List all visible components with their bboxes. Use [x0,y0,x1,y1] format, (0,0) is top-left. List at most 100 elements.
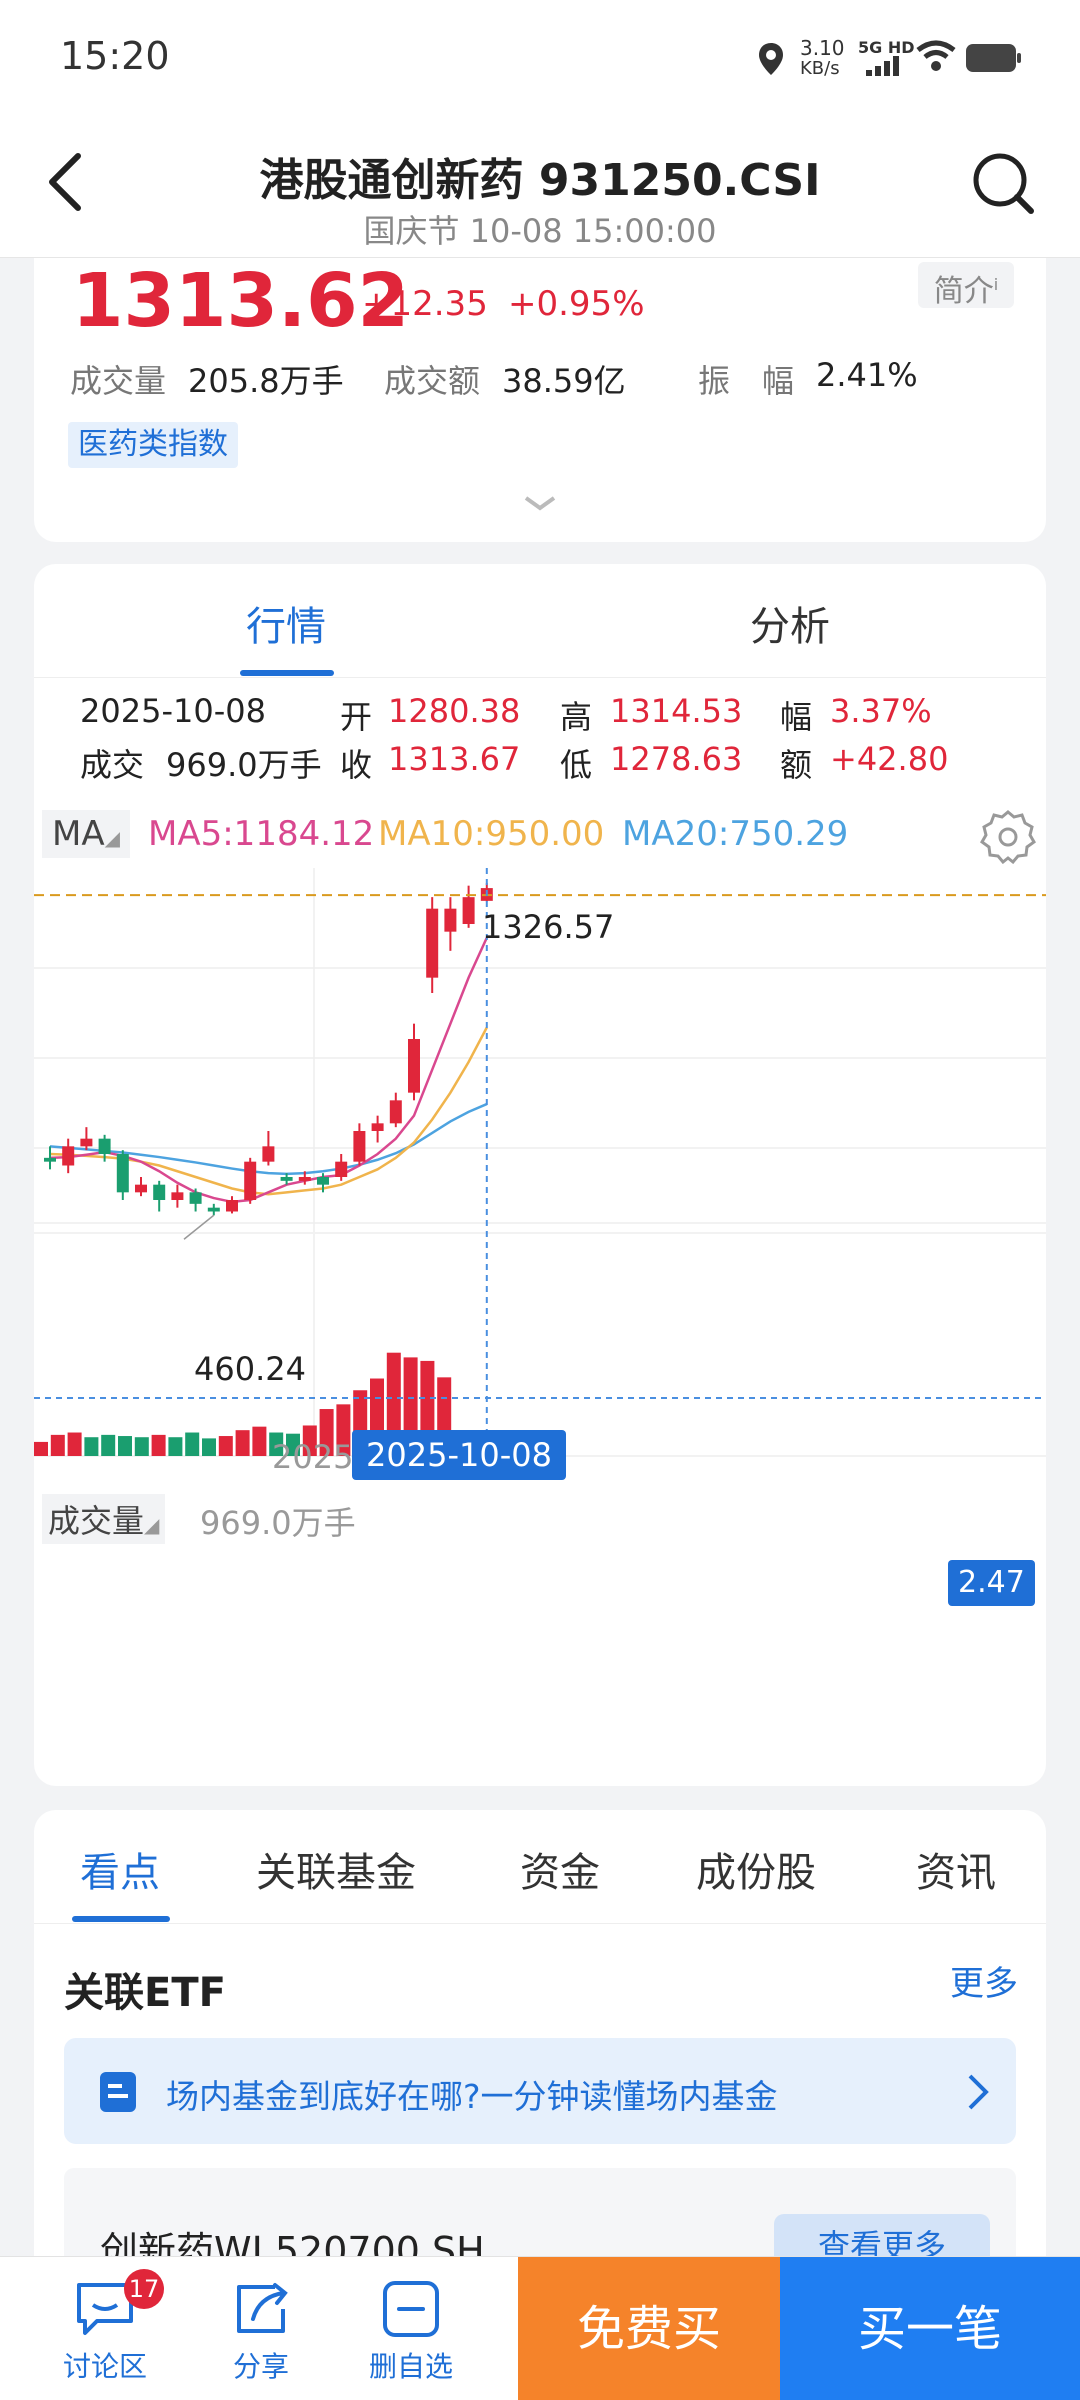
tab-capital[interactable]: 资金 [520,1840,600,1898]
candle-body [389,1100,402,1124]
bottom-bar: 17 讨论区 分享 删自选 免费买 买一笔 [0,2256,1080,2400]
candle-body [171,1192,184,1200]
discuss-badge: 17 [124,2269,164,2309]
trade-vol-value: 969.0万手 [166,746,322,784]
document-icon [100,2072,136,2112]
category-tag[interactable]: 医药类指数 [68,422,238,468]
low-value: 1278.63 [610,740,743,778]
amount-value: +42.80 [830,740,949,778]
turnover-label: 成交额 [384,362,481,400]
candle-body [80,1138,93,1147]
kline-chart[interactable] [34,868,1046,1698]
status-time: 15:20 [60,34,170,78]
candle-body [153,1184,166,1200]
high-label: 高 [560,698,593,736]
top-bar: 港股通创新药 931250.CSI 国庆节 10-08 15:00:00 [0,120,1080,258]
volume-bar [118,1436,132,1456]
tab-related-funds[interactable]: 关联基金 [256,1840,416,1898]
candle-body [462,897,475,924]
candle-body [116,1154,129,1193]
ma10-line [49,1026,488,1196]
tab-news[interactable]: 资讯 [916,1840,996,1898]
tab-highlights[interactable]: 看点 [80,1840,160,1898]
free-buy-button[interactable]: 免费买 [518,2257,780,2400]
range-label: 幅 [780,698,813,736]
low-pointer-line [183,1214,215,1240]
tab-highlights-indicator [72,1916,170,1922]
price-change: +12.35 [362,284,488,324]
volume-bar [168,1437,183,1456]
info-card: 看点 关联基金 资金 成份股 资讯 关联ETF 更多 场内基金到底好在哪?一分钟… [34,1810,1046,2330]
volume-bar [151,1434,166,1456]
search-icon[interactable] [970,150,1036,216]
amplitude-value: 2.41% [816,356,918,394]
candle-body [226,1200,238,1212]
candle-body [444,908,457,932]
tab-indicator [240,670,334,676]
volume-bar [34,1441,48,1456]
tab-market[interactable]: 行情 [246,594,326,652]
minus-box-icon [383,2281,439,2337]
date-tooltip: 2025-10-08 [352,1430,566,1480]
ma10-label: MA10:950.00 [378,814,605,854]
status-bar: 15:20 3.10 KB/s 5G HD [0,0,1080,120]
volume-bar [252,1426,267,1456]
high-marker-label: 1326.57 [482,908,615,946]
wifi-icon [916,40,956,71]
discuss-button[interactable]: 17 讨论区 [40,2269,170,2389]
turnover-value: 38.59亿 [502,362,626,400]
page-title: 港股通创新药 931250.CSI [259,155,821,206]
volume-selector[interactable]: 成交量◢ [42,1494,166,1544]
volume-bar [235,1430,250,1456]
chevron-down-icon[interactable] [522,494,558,514]
candle-body [62,1146,75,1166]
gear-icon[interactable] [980,808,1036,864]
candle-body [317,1177,329,1185]
volume-bar [202,1438,216,1456]
intro-label: 简介 [933,274,994,309]
ma20-label: MA20:750.29 [622,814,849,854]
unfavorite-label: 删自选 [368,2350,453,2383]
amplitude-label: 振 幅 [698,362,795,400]
buy-button[interactable]: 买一笔 [780,2257,1080,2400]
tab-analysis[interactable]: 分析 [750,594,830,652]
share-button[interactable]: 分享 [196,2269,326,2389]
intro-button[interactable]: 简介i [918,262,1014,309]
volume-bar [84,1437,99,1456]
signal-icon [866,56,899,76]
volume-bar [134,1437,149,1456]
etf-section-title: 关联ETF [64,1970,226,2016]
price: 1313.62 [72,258,410,344]
close-label: 收 [340,746,373,784]
ma-selector[interactable]: MA◢ [42,810,130,858]
volume-value: 205.8万手 [188,362,344,400]
candle-body [335,1161,348,1177]
volume-bar [50,1434,65,1456]
low-marker-label: 460.24 [194,1350,306,1388]
market-panel: 行情 分析 2025-10-08 开 1280.38 高 1314.53 幅 3… [34,564,1046,1786]
candle-body [408,1039,420,1093]
candle-body [371,1123,384,1131]
net-speed-unit: KB/s [800,58,840,79]
ma-row: MA◢ MA5:1184.12 MA10:950.00 MA20:750.29 [34,810,1046,864]
volume-tooltip: 2.47 [948,1560,1035,1606]
volume-bar [67,1432,82,1456]
volume-bar [185,1432,200,1456]
candle-body [262,1146,275,1162]
discuss-label: 讨论区 [62,2350,147,2383]
ohlc-date: 2025-10-08 [80,692,266,730]
quote-card: 1313.62 +12.35 +0.95% 简介i 成交量 205.8万手 成交… [34,258,1046,542]
ohlc-info: 2025-10-08 开 1280.38 高 1314.53 幅 3.37% 成… [34,692,1046,792]
volume-bar [101,1434,116,1456]
tab-constituents[interactable]: 成份股 [696,1840,816,1898]
unfavorite-button[interactable]: 删自选 [346,2269,476,2389]
etf-banner[interactable]: 场内基金到底好在哪?一分钟读懂场内基金 [64,2038,1016,2144]
etf-more-link[interactable]: 更多 [950,1956,1018,2005]
candle-body [135,1184,147,1193]
candle-body [244,1161,257,1200]
buy-label: 买一笔 [857,2301,1002,2357]
page-subtitle: 国庆节 10-08 15:00:00 [363,212,717,250]
trade-vol-label: 成交 [80,746,145,784]
price-change-pct: +0.95% [508,284,645,324]
ma-selector-label: MA [52,814,105,854]
